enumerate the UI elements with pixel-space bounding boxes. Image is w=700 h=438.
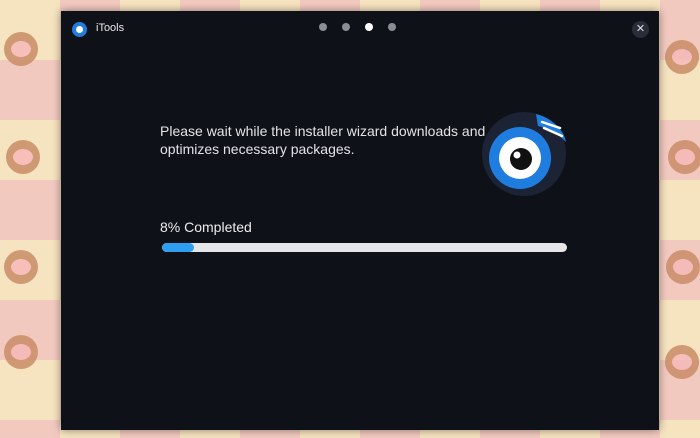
paw-decoration	[666, 250, 700, 284]
paw-decoration	[668, 140, 700, 174]
paw-decoration	[4, 250, 38, 284]
step-dot	[319, 23, 327, 31]
close-icon: ✕	[635, 23, 646, 35]
title-bar[interactable]: iTools ✕	[61, 11, 659, 49]
paw-decoration	[665, 40, 699, 74]
itools-logo-icon	[72, 22, 87, 37]
step-dot	[388, 23, 396, 31]
installer-message: Please wait while the installer wizard d…	[160, 123, 486, 157]
installer-window: iTools ✕ Please wait while the installer…	[61, 11, 659, 430]
progress-bar	[162, 243, 567, 252]
itools-eye-logo-icon	[482, 112, 566, 196]
paw-decoration	[6, 140, 40, 174]
step-dot	[365, 23, 373, 31]
close-button[interactable]: ✕	[632, 21, 649, 38]
window-title: iTools	[96, 22, 125, 34]
paw-decoration	[665, 345, 699, 379]
progress-label: 8% Completed	[160, 219, 252, 235]
progress-bar-fill	[162, 243, 195, 252]
step-dot	[342, 23, 350, 31]
step-indicator	[319, 23, 396, 31]
paw-decoration	[4, 32, 38, 66]
paw-decoration	[4, 335, 38, 369]
